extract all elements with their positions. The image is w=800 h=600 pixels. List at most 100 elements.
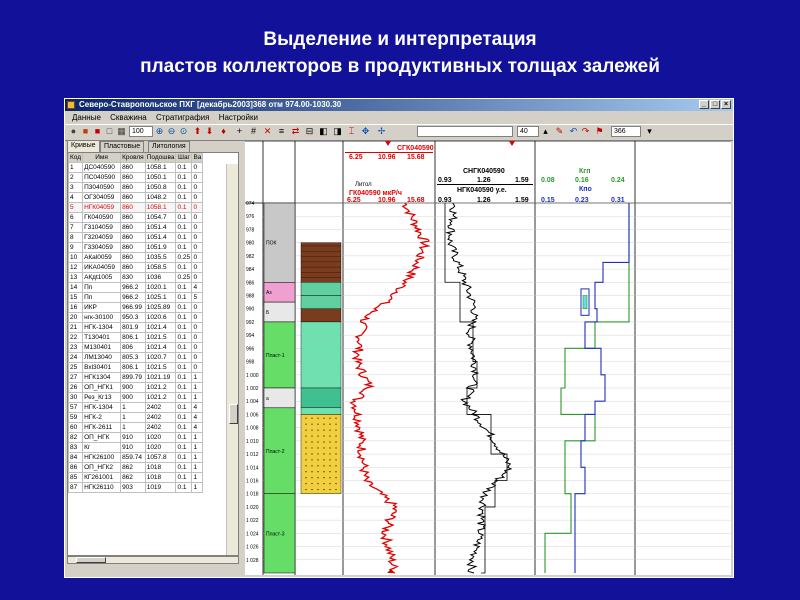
table-row[interactable]: 27 НГК1304 899.79 1021.19 0.1 1: [68, 372, 204, 383]
bracket-icon[interactable]: ⌶: [347, 127, 356, 136]
sgk-header: СГК040590: [397, 145, 434, 152]
table-row[interactable]: 14 Пп 966.2 1020.1 0.1 4: [68, 282, 204, 293]
table-cell: 0.1: [175, 392, 193, 403]
search-field[interactable]: [417, 126, 513, 137]
zoom-out-icon[interactable]: ⊖: [167, 127, 176, 136]
table-cell: 1021.2: [144, 392, 177, 403]
table-row[interactable]: 21 НГК-1304 801.9 1021.4 0.1 0: [68, 322, 204, 333]
window-titlebar[interactable]: Северо-Ставропольское ПХГ [декабрь2003]3…: [65, 99, 733, 111]
merge-icon[interactable]: ⇄: [291, 127, 300, 136]
arrow-up-icon[interactable]: ⬆: [193, 127, 202, 136]
table-row[interactable]: 6 ГК040590 860 1054.7 0.1 0: [68, 212, 204, 223]
tab-curves[interactable]: Кривые: [67, 140, 100, 152]
table-row[interactable]: 2 ПС040590 860 1050.1 0.1 0: [68, 172, 204, 183]
first-icon[interactable]: ◧: [319, 127, 328, 136]
last-icon[interactable]: ◨: [333, 127, 342, 136]
globe-icon[interactable]: ●: [69, 127, 78, 136]
depth-label: 980: [246, 241, 255, 247]
table-cell: 85: [68, 472, 84, 483]
table-hscroll[interactable]: [67, 556, 239, 564]
table-row[interactable]: 7 Г3104059 860 1051.4 0.1 0: [68, 222, 204, 233]
depth-field[interactable]: 40: [517, 126, 539, 137]
column-header[interactable]: Кровля: [120, 153, 146, 163]
table-cell: 0: [191, 192, 204, 203]
depth-label: 986: [246, 280, 255, 286]
table-row[interactable]: 13 АКдt1005 830 1036 0.25 0: [68, 272, 204, 283]
table-row[interactable]: 3 П3040590 860 1050.8 0.1 0: [68, 182, 204, 193]
table-row[interactable]: 24 ЛМ13040 805.3 1020.7 0.1 0: [68, 352, 204, 363]
table-row[interactable]: 57 НГК-1304 1 2402 0.1 4: [68, 402, 204, 413]
tab-lithology[interactable]: Литология: [148, 141, 190, 152]
menu-well[interactable]: Скважина: [110, 113, 147, 122]
menu-data[interactable]: Данные: [72, 113, 101, 122]
zoom-fit-icon[interactable]: ⊙: [179, 127, 188, 136]
table-row[interactable]: 5 НГК04059 860 1058.1 0.1 0: [68, 202, 204, 213]
table-row[interactable]: 25 Вхl30401 806.1 1021.5 0.1 0: [68, 362, 204, 373]
table-row[interactable]: 20 нгк-30100 950.3 1020.6 0.1 0: [68, 312, 204, 323]
table-row[interactable]: 9 Г3304059 860 1051.9 0.1 0: [68, 242, 204, 253]
table-row[interactable]: 86 ОП_НГК2 862 1018 0.1 1: [68, 462, 204, 473]
table-row[interactable]: 12 ИКА04059 860 1058.5 0.1 0: [68, 262, 204, 273]
redo-icon[interactable]: ↷: [581, 127, 590, 136]
sand-dot: [323, 483, 325, 485]
column-header[interactable]: Шаг: [175, 153, 193, 163]
column-header[interactable]: Ва: [191, 153, 204, 163]
hash-icon[interactable]: #: [249, 127, 258, 136]
zoom-in-icon[interactable]: ⊕: [155, 127, 164, 136]
table-row[interactable]: 16 ИКР 966.99 1025.89 0.1 0: [68, 302, 204, 313]
dropdown-icon[interactable]: ▾: [645, 127, 654, 136]
undo-icon[interactable]: ↶: [569, 127, 578, 136]
log-plot[interactable]: Литол ГК040590 мкР/ч 6.25 10.96 15.68 СГК0405…: [245, 140, 731, 575]
table-row[interactable]: 83 Кг 910 1020 0.1 1: [68, 442, 204, 453]
scale-select[interactable]: 366: [611, 126, 641, 137]
column-header[interactable]: Имя: [82, 153, 122, 163]
table-row[interactable]: 10 АКаl0059 860 1035.5 0.25 0: [68, 252, 204, 263]
menu-stratigraphy[interactable]: Стратиграфия: [156, 113, 210, 122]
cut-icon[interactable]: ✕: [263, 127, 272, 136]
table-row[interactable]: 60 НГК-2611 1 2402 0.1 4: [68, 422, 204, 433]
table-vscroll[interactable]: [226, 164, 238, 555]
open-icon[interactable]: ■: [81, 127, 90, 136]
close-button[interactable]: ×: [721, 100, 731, 109]
table-cell: НГК-1304: [82, 322, 122, 333]
move-v-icon[interactable]: ✢: [377, 127, 386, 136]
split-icon[interactable]: ⊟: [305, 127, 314, 136]
cross-icon[interactable]: +: [235, 127, 244, 136]
table-row[interactable]: 4 ОГ304059 860 1048.2 0.1 0: [68, 192, 204, 203]
table-row[interactable]: 87 НГК26110 903 1019 0.1 1: [68, 482, 204, 493]
table-row[interactable]: 15 Пп 966.2 1025.1 0.1 5: [68, 292, 204, 303]
flag-icon[interactable]: ⚑: [595, 127, 604, 136]
marker-icon[interactable]: ♦: [219, 127, 228, 136]
spin-icon[interactable]: ▴: [541, 127, 550, 136]
table-row[interactable]: 1 ДС040590 860 1058.1 0.1 0: [68, 162, 204, 173]
frame-icon[interactable]: □: [105, 127, 114, 136]
column-header[interactable]: Подошва: [144, 153, 177, 163]
table-row[interactable]: 85 КГ261001 862 1018 0.1 1: [68, 472, 204, 483]
table-cell: 860: [120, 172, 146, 183]
lines-icon[interactable]: ≡: [277, 127, 286, 136]
tab-layers[interactable]: Пластовые: [100, 141, 145, 152]
table-row[interactable]: 26 ОП_НГК1 900 1021.2 0.1 1: [68, 382, 204, 393]
column-header[interactable]: Код: [68, 153, 84, 163]
table-row[interactable]: 22 Т130401 806.1 1021.5 0.1 0: [68, 332, 204, 343]
table-row[interactable]: 82 ОП_НГК 910 1020 0.1 1: [68, 432, 204, 443]
depth-label: 994: [246, 333, 255, 339]
table-cell: 0: [191, 212, 204, 223]
table-row[interactable]: 59 НГК-2 1 2402 0.1 4: [68, 412, 204, 423]
menu-settings[interactable]: Настройки: [219, 113, 258, 122]
table-row[interactable]: 23 М130401 806 1021.4 0.1 0: [68, 342, 204, 353]
table-row[interactable]: 30 Рез_Кг13 900 1021.2 0.1 1: [68, 392, 204, 403]
minimize-button[interactable]: _: [699, 100, 709, 109]
table-row[interactable]: 84 НГК26100 859.74 1057.8 0.1 1: [68, 452, 204, 463]
vscroll-thumb[interactable]: [229, 404, 238, 424]
pen-icon[interactable]: ✎: [555, 127, 564, 136]
record-icon[interactable]: ■: [93, 127, 102, 136]
sand-dot: [335, 429, 337, 431]
zoom-field[interactable]: 100: [129, 126, 153, 137]
grid-icon[interactable]: ▦: [117, 127, 126, 136]
arrow-down-icon[interactable]: ⬇: [205, 127, 214, 136]
table-row[interactable]: 8 Г3204059 860 1051.4 0.1 0: [68, 232, 204, 243]
maximize-button[interactable]: □: [710, 100, 720, 109]
hscroll-thumb[interactable]: [76, 557, 106, 563]
move-h-icon[interactable]: ✥: [361, 127, 370, 136]
